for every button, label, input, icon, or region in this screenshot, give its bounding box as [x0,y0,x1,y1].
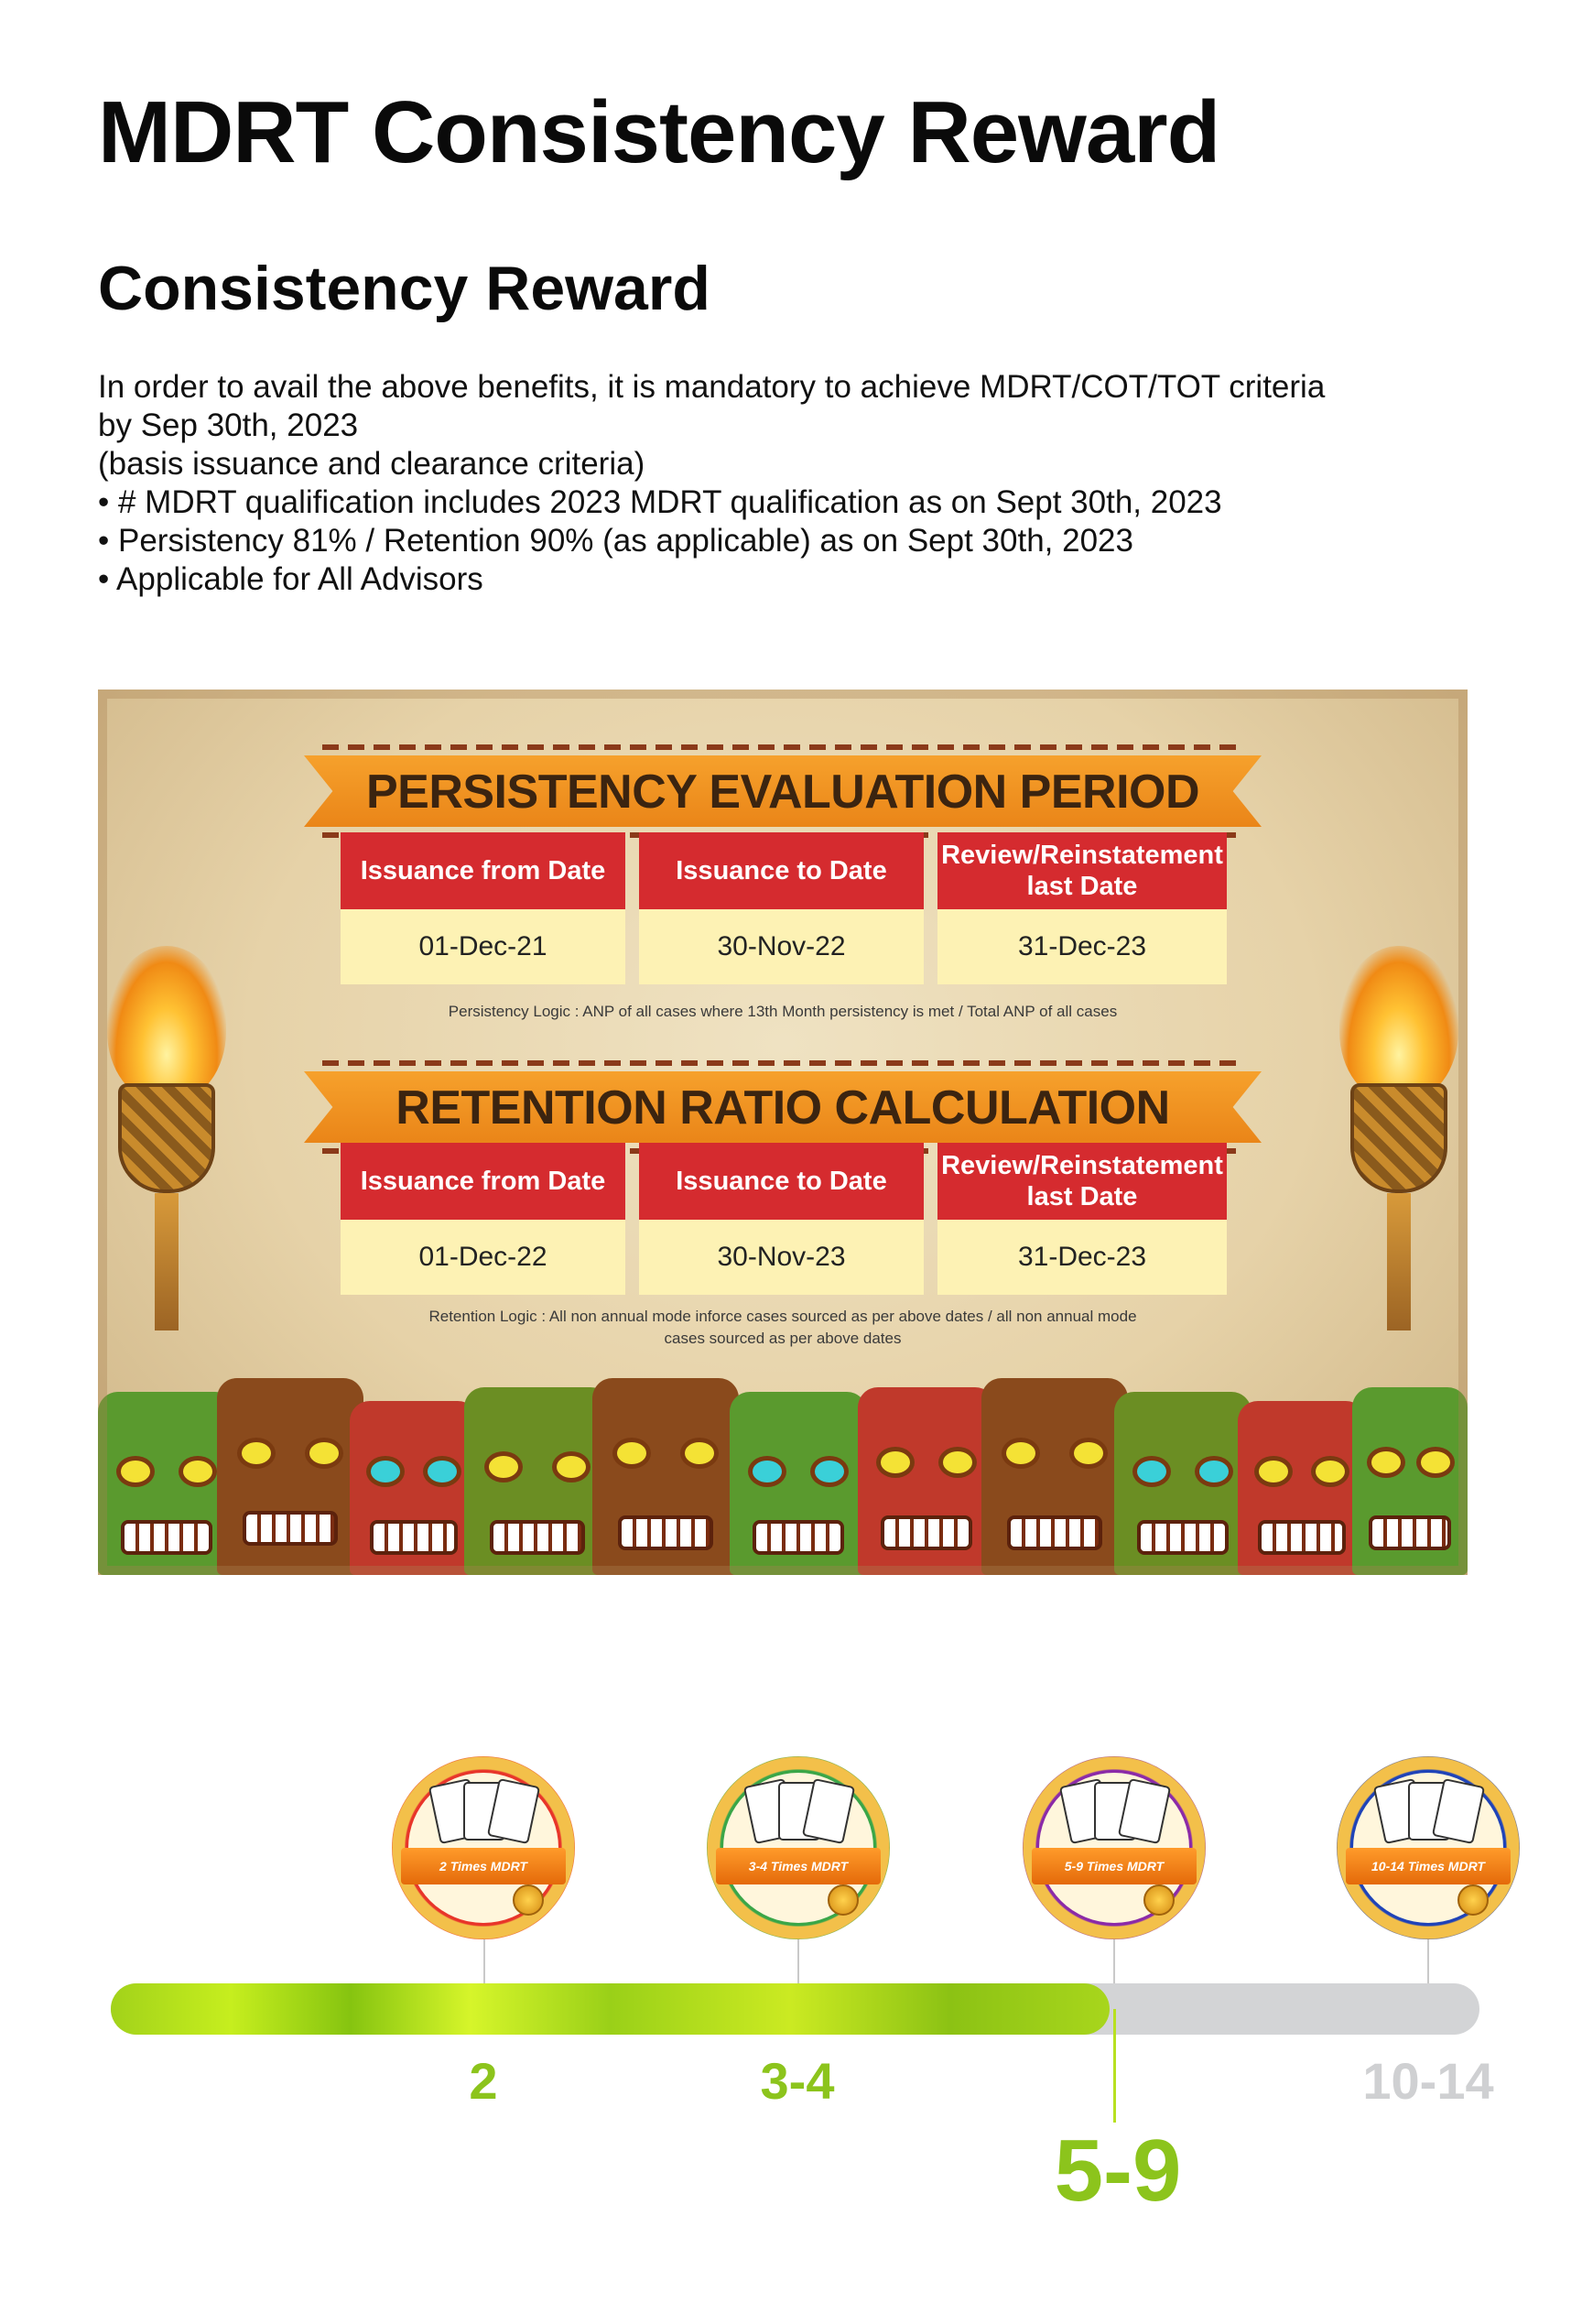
intro-line: In order to avail the above benefits, it… [98,369,1326,405]
badge-10-14-times: 10-14 Times MDRT [1337,1756,1520,1939]
retention-heading-ribbon: RETENTION RATIO CALCULATION [304,1060,1262,1154]
persistency-heading: PERSISTENCY EVALUATION PERIOD [365,766,1200,819]
milestone-label-2: 2 [469,2052,498,2110]
intro-line: (basis issuance and clearance criteria) [98,446,645,482]
badge-stem [1113,1939,1115,1983]
table-cell: 31-Dec-23 [937,909,1227,984]
progress-fill [111,1983,1110,2035]
milestone-label-current: 5-9 [1054,2122,1182,2220]
badge-label: 5-9 Times MDRT [1032,1848,1197,1884]
badge-label: 3-4 Times MDRT [716,1848,881,1884]
tiki-masks-decoration [98,1378,1468,1575]
retention-logic-line: Retention Logic : All non annual mode in… [428,1308,1137,1325]
retention-table: Issuance from Date Issuance to Date Revi… [341,1143,1227,1295]
left-torch-icon [98,946,235,1330]
table-header: Review/Reinstatement last Date [937,832,1227,909]
section-title: Consistency Reward [98,254,710,323]
retention-heading: RETENTION RATIO CALCULATION [396,1081,1170,1135]
intro-text: In order to avail the above benefits, it… [98,368,1490,599]
page-title: MDRT Consistency Reward [98,83,1220,181]
evaluation-banner: PERSISTENCY EVALUATION PERIOD Issuance f… [98,690,1468,1575]
table-header: Issuance from Date [341,832,625,909]
table-cell: 01-Dec-22 [341,1220,625,1295]
table-header: Issuance to Date [639,832,924,909]
badge-2-times: 2 Times MDRT [392,1756,575,1939]
table-header: Review/Reinstatement last Date [937,1143,1227,1220]
bullet-applicable-advisors: • Applicable for All Advisors [98,561,483,597]
right-torch-icon [1330,946,1468,1330]
badge-5-9-times: 5-9 Times MDRT [1023,1756,1206,1939]
persistency-heading-ribbon: PERSISTENCY EVALUATION PERIOD [304,744,1262,838]
badge-label: 10-14 Times MDRT [1346,1848,1511,1884]
current-milestone-marker [1113,2009,1116,2123]
table-cell: 30-Nov-22 [639,909,924,984]
persistency-logic: Persistency Logic : ANP of all cases whe… [448,1003,1118,1020]
badge-stem [483,1939,485,1983]
milestone-label-10-14: 10-14 [1362,2052,1494,2110]
badge-stem [1427,1939,1429,1983]
bullet-mdrt-qualification: • # MDRT qualification includes 2023 MDR… [98,484,1222,520]
table-cell: 30-Nov-23 [639,1220,924,1295]
table-header: Issuance to Date [639,1143,924,1220]
persistency-table: Issuance from Date Issuance to Date Revi… [341,832,1227,984]
badge-label: 2 Times MDRT [401,1848,566,1884]
table-cell: 31-Dec-23 [937,1220,1227,1295]
table-cell: 01-Dec-21 [341,909,625,984]
badge-stem [797,1939,799,1983]
table-header: Issuance from Date [341,1143,625,1220]
intro-line: by Sep 30th, 2023 [98,407,359,443]
badge-3-4-times: 3-4 Times MDRT [707,1756,890,1939]
milestone-label-3-4: 3-4 [760,2052,835,2110]
retention-logic: Retention Logic : All non annual mode in… [235,1306,1330,1350]
bullet-persistency-retention: • Persistency 81% / Retention 90% (as ap… [98,523,1133,559]
retention-logic-line: cases sourced as per above dates [664,1330,902,1347]
